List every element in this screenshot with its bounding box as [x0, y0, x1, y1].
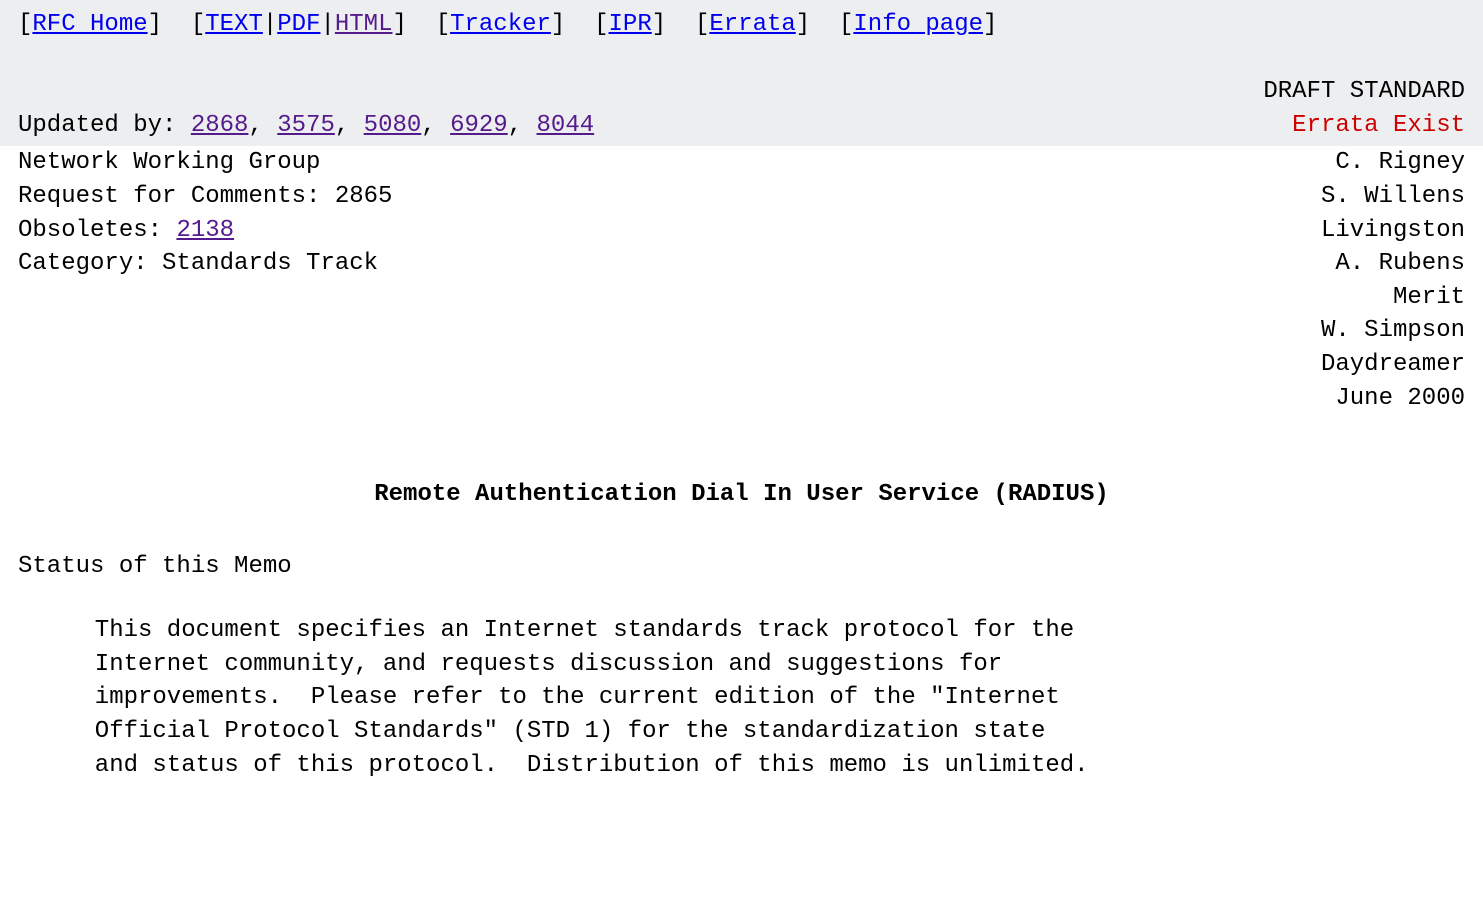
nav-rfc-home[interactable]: RFC Home [32, 11, 147, 38]
updated-by-link-4[interactable]: 8044 [537, 112, 595, 139]
updated-by-link-1[interactable]: 3575 [277, 112, 335, 139]
updated-by-label: Updated by: [18, 112, 191, 139]
status-body: This document specifies an Internet stan… [18, 614, 1465, 782]
obsoletes-label: Obsoletes: [18, 217, 176, 244]
category-label: Category: Standards Track [18, 247, 378, 281]
updated-by-row: Updated by: 2868, 3575, 5080, 6929, 8044… [18, 109, 1465, 143]
network-working-group: Network Working Group [18, 146, 320, 180]
author-7: Daydreamer [0, 348, 1483, 382]
author-4: A. Rubens [1335, 247, 1465, 281]
updated-by-link-3[interactable]: 6929 [450, 112, 508, 139]
obsoletes-row: Obsoletes: 2138 Livingston [0, 214, 1483, 248]
rfc-row: Request for Comments: 2865 S. Willens [0, 180, 1483, 214]
nav-info-page[interactable]: Info page [853, 11, 983, 38]
author-6: W. Simpson [0, 314, 1483, 348]
draft-standard-row: DRAFT STANDARD [18, 75, 1465, 109]
nav-bar: [RFC Home] [TEXT|PDF|HTML] [Tracker] [IP… [18, 8, 1465, 42]
draft-standard-label: DRAFT STANDARD [1263, 75, 1465, 109]
nav-pdf[interactable]: PDF [277, 11, 320, 38]
nav-tracker[interactable]: Tracker [450, 11, 551, 38]
author-2: S. Willens [1321, 180, 1465, 214]
publication-date: June 2000 [0, 382, 1483, 416]
group-row: Network Working Group C. Rigney [0, 146, 1483, 180]
updated-by-link-0[interactable]: 2868 [191, 112, 249, 139]
author-3: Livingston [1321, 214, 1465, 248]
obsoletes-link[interactable]: 2138 [176, 217, 234, 244]
nav-ipr[interactable]: IPR [609, 11, 652, 38]
rfc-number: Request for Comments: 2865 [18, 180, 392, 214]
obsoletes-left: Obsoletes: 2138 [18, 214, 234, 248]
author-1: C. Rigney [1335, 146, 1465, 180]
author-5: Merit [0, 281, 1483, 315]
updated-by-link-2[interactable]: 5080 [364, 112, 422, 139]
errata-exist-label: Errata Exist [1292, 109, 1465, 143]
nav-text[interactable]: TEXT [205, 11, 263, 38]
header-block: [RFC Home] [TEXT|PDF|HTML] [Tracker] [IP… [0, 0, 1483, 146]
updated-by-left: Updated by: 2868, 3575, 5080, 6929, 8044 [18, 109, 594, 143]
document-title: Remote Authentication Dial In User Servi… [0, 478, 1483, 512]
category-row: Category: Standards Track A. Rubens [0, 247, 1483, 281]
nav-errata[interactable]: Errata [709, 11, 795, 38]
status-heading: Status of this Memo [18, 550, 1465, 584]
nav-html[interactable]: HTML [335, 11, 393, 38]
